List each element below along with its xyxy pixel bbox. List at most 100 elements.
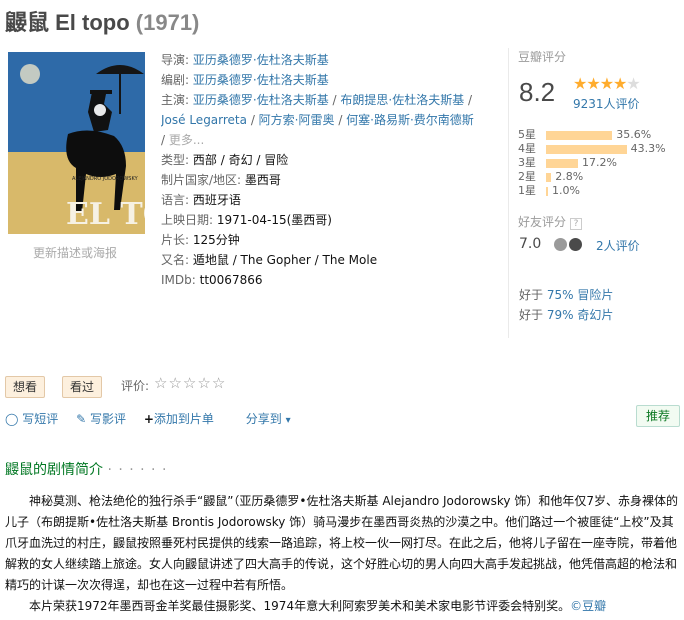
- rate-star-3[interactable]: ☆: [183, 374, 197, 392]
- director-link[interactable]: 亚历桑德罗·佐杜洛夫斯基: [193, 53, 329, 67]
- language-label: 语言:: [161, 193, 190, 207]
- writer-row: 编剧: 亚历桑德罗·佐杜洛夫斯基: [161, 70, 496, 90]
- rating-bar: [546, 144, 627, 154]
- rating-people-link[interactable]: 9231人评价: [573, 95, 640, 112]
- rating-header: 豆瓣评分: [518, 50, 567, 64]
- rating-bar-pct: 43.3%: [630, 142, 666, 155]
- action-bar: ◯ 写短评 ✎ 写影评 +添加到片单 分享到 ▾: [5, 410, 305, 427]
- genre-row: 类型: 西部 / 奇幻 / 冒险: [161, 153, 289, 167]
- genre-1: 西部: [192, 153, 217, 167]
- country-row: 制片国家/地区: 墨西哥: [161, 170, 496, 190]
- better-pct-link[interactable]: 75%: [547, 288, 574, 302]
- page-title: 鼹鼠 El topo (1971): [5, 5, 199, 37]
- avatar[interactable]: [554, 238, 567, 251]
- douban-credit-link[interactable]: ©豆瓣: [570, 599, 606, 613]
- rate-star-4[interactable]: ☆: [197, 374, 211, 392]
- rating-star-icon: ★: [573, 74, 587, 93]
- add-to-list-link[interactable]: 添加到片单: [154, 412, 214, 426]
- title-main: 鼹鼠 El topo: [5, 10, 130, 35]
- title-year: (1971): [135, 10, 200, 35]
- runtime-label: 片长:: [161, 233, 190, 247]
- better-than-1: 好于 75% 冒险片: [519, 286, 613, 303]
- language-row: 语言: 西班牙语: [161, 190, 496, 210]
- cast-link-5[interactable]: 何塞·路易斯·费尔南德斯: [346, 113, 474, 127]
- rating-bar-label: 1星: [518, 184, 536, 197]
- rating-bar-pct: 1.0%: [552, 184, 580, 197]
- genre-2: 奇幻: [228, 153, 253, 167]
- aka-value: 遁地鼠 / The Gopher / The Mole: [192, 253, 378, 267]
- rate-star-1[interactable]: ☆: [154, 374, 168, 392]
- friend-rating-label: 好友评分: [518, 215, 567, 229]
- language-value: 西班牙语: [192, 193, 241, 207]
- imdb-row: IMDb: tt0067866: [161, 270, 496, 290]
- rating-bar: [546, 158, 579, 168]
- runtime-value: 125分钟: [192, 233, 240, 247]
- genre-label: 类型:: [161, 153, 190, 167]
- rate-star-2[interactable]: ☆: [168, 374, 182, 392]
- synopsis-dots: · · · · · ·: [107, 462, 168, 478]
- rating-bar-row: 5星 35.6%: [518, 126, 651, 141]
- better-pct-link[interactable]: 79%: [547, 308, 574, 322]
- synopsis-paragraph-2: 本片荣获1972年墨西哥金羊奖最佳摄影奖、1974年意大利阿索罗美术和美术家电影…: [5, 596, 679, 617]
- writer-link[interactable]: 亚历桑德罗·佐杜洛夫斯基: [193, 73, 329, 87]
- better-prefix: 好于: [519, 308, 544, 322]
- better-genre-link[interactable]: 奇幻片: [577, 308, 613, 322]
- better-genre-link[interactable]: 冒险片: [577, 288, 613, 302]
- friend-count-link[interactable]: 2人评价: [596, 237, 640, 254]
- cast-label: 主演:: [161, 93, 190, 107]
- director-row: 导演: 亚历桑德罗·佐杜洛夫斯基: [161, 50, 496, 70]
- cast-row-1: 主演: 亚历桑德罗·佐杜洛夫斯基 / 布朗提思·佐杜洛夫斯基 /: [161, 93, 473, 107]
- watched-button[interactable]: 看过: [62, 376, 103, 398]
- cast-more-link[interactable]: 更多...: [169, 133, 204, 147]
- plus-icon: +: [143, 412, 154, 426]
- rating-bar-row: 4星 43.3%: [518, 140, 666, 155]
- poster-image[interactable]: EL TOPO ALEJANDRO JODOROWSKY: [8, 52, 145, 234]
- rating-star-icon: ★: [626, 74, 640, 93]
- cast-link-1[interactable]: 亚历桑德罗·佐杜洛夫斯基: [193, 93, 329, 107]
- write-short-comment-link[interactable]: 写短评: [22, 412, 58, 426]
- rating-bar: [546, 172, 552, 182]
- rating-divider: [508, 48, 509, 338]
- rating-panel: 豆瓣评分 8.2 ★★★★★ 9231人评价 5星 35.6% 4星 43.3% 3星 1…: [508, 48, 678, 338]
- rating-star-icon: ★: [613, 74, 627, 93]
- comment-icon: ◯: [5, 412, 19, 426]
- my-rating-stars[interactable]: ☆☆☆☆☆: [154, 374, 226, 392]
- want-to-watch-button[interactable]: 想看: [5, 376, 46, 398]
- friend-avatars: [554, 237, 584, 251]
- rating-bar-row: 3星 17.2%: [518, 154, 617, 169]
- cast-row-3: / 更多...: [161, 133, 205, 147]
- imdb-value: tt0067866: [199, 273, 263, 287]
- cast-row-2: José Legarreta / 阿方索·阿雷奥 / 何塞·路易斯·费尔南德斯: [161, 113, 474, 127]
- director-label: 导演:: [161, 53, 190, 67]
- poster-title-text: EL TOPO: [66, 197, 145, 232]
- rate-star-5[interactable]: ☆: [212, 374, 226, 392]
- recommend-button[interactable]: 推荐: [636, 405, 680, 427]
- better-prefix: 好于: [519, 288, 544, 302]
- rating-bar: [546, 186, 548, 196]
- release-row: 上映日期: 1971-04-15(墨西哥): [161, 210, 496, 230]
- synopsis-body: 神秘莫测、枪法绝伦的独行杀手“鼹鼠”（亚历桑德罗•佐杜洛夫斯基 Alejandr…: [5, 491, 679, 617]
- chevron-down-icon: ▾: [285, 415, 291, 426]
- friend-score: 7.0: [519, 236, 542, 252]
- better-than-2: 好于 79% 奇幻片: [519, 306, 613, 323]
- synopsis-paragraph-1: 神秘莫测、枪法绝伦的独行杀手“鼹鼠”（亚历桑德罗•佐杜洛夫斯基 Alejandr…: [5, 494, 678, 592]
- cast-link-2[interactable]: 布朗提思·佐杜洛夫斯基: [340, 93, 464, 107]
- rating-star-icon: ★: [599, 74, 614, 93]
- help-icon[interactable]: ?: [570, 218, 583, 230]
- synopsis-title: 鼹鼠的剧情简介: [5, 462, 103, 478]
- update-poster-link[interactable]: 更新描述或海报: [33, 244, 117, 261]
- release-label: 上映日期:: [161, 213, 214, 227]
- share-link[interactable]: 分享到: [246, 412, 282, 426]
- movie-info: 导演: 亚历桑德罗·佐杜洛夫斯基 编剧: 亚历桑德罗·佐杜洛夫斯基 主演: 亚历…: [161, 50, 496, 290]
- write-review-link[interactable]: 写影评: [90, 412, 126, 426]
- runtime-row: 片长: 125分钟: [161, 230, 496, 250]
- cast-link-3[interactable]: José Legarreta: [161, 113, 247, 127]
- friend-rating-header: 好友评分?: [518, 213, 583, 230]
- rating-score: 8.2: [519, 77, 556, 107]
- country-value: 墨西哥: [244, 173, 281, 187]
- avatar[interactable]: [569, 238, 582, 251]
- cast-link-4[interactable]: 阿方索·阿雷奥: [259, 113, 335, 127]
- writer-label: 编剧:: [161, 73, 190, 87]
- rating-stars: ★★★★★: [573, 74, 641, 93]
- aka-row: 又名: 遁地鼠 / The Gopher / The Mole: [161, 250, 496, 270]
